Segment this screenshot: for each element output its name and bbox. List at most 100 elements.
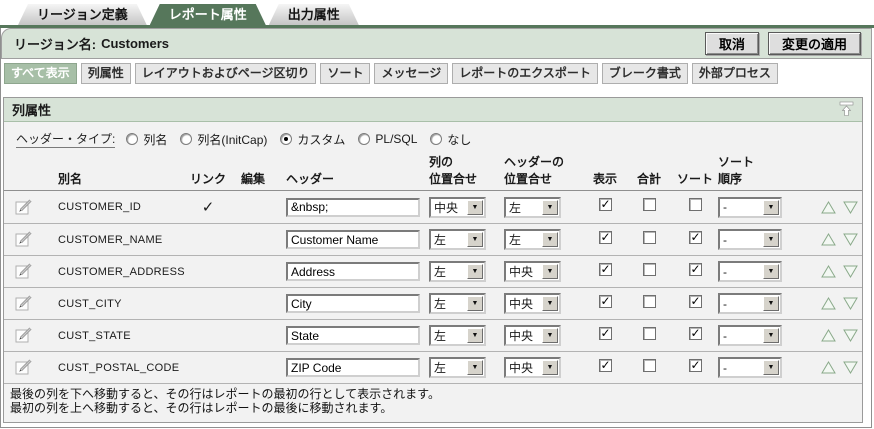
sum-checkbox[interactable]: ✓ [643,231,656,244]
tab-report-attributes[interactable]: レポート属性 [150,4,266,25]
header-text-input[interactable] [286,326,420,345]
column-align-select[interactable]: 左▼ [429,229,486,250]
move-down-icon[interactable] [843,297,858,310]
header-text-input[interactable] [286,198,420,217]
tab-output-attributes[interactable]: 出力属性 [269,4,359,25]
sort-checkbox[interactable]: ✓ [689,359,702,372]
toolbar-external-processing[interactable]: 外部プロセス [692,63,778,84]
toolbar-break-formatting[interactable]: ブレーク書式 [602,63,688,84]
sum-checkbox[interactable]: ✓ [643,327,656,340]
edit-column-icon[interactable] [15,295,33,312]
header-align-select[interactable]: 左▼ [504,197,561,218]
move-up-icon[interactable] [821,201,836,214]
tab-bar: リージョン定義 レポート属性 出力属性 [18,4,359,25]
edit-column-icon[interactable] [15,231,33,248]
sort-sequence-select[interactable]: -▼ [718,197,782,218]
header-text-input[interactable] [286,230,420,249]
column-align-select[interactable]: 左▼ [429,357,486,378]
header-edit: 編集 [232,170,274,187]
header-align-select[interactable]: 中央▼ [504,357,561,378]
show-checkbox[interactable]: ✓ [599,359,612,372]
radio-plsql[interactable] [358,133,370,145]
move-down-icon[interactable] [843,201,858,214]
sum-checkbox[interactable]: ✓ [643,359,656,372]
table-row: CUST_POSTAL_CODE ✓ 左▼ 中央▼ ✓ ✓ ✓ -▼ [4,351,862,383]
toolbar-messages[interactable]: メッセージ [374,63,448,84]
show-checkbox[interactable]: ✓ [599,231,612,244]
region-title-bar: リージョン名: Customers 取消 変更の適用 [1,28,872,59]
panel-title: 列属性 [12,100,51,119]
dropdown-arrow-icon: ▼ [542,200,558,215]
toolbar-show-all[interactable]: すべて表示 [4,63,77,84]
radio-column-name-initcap[interactable] [180,133,192,145]
table-row: CUSTOMER_ADDRESS ✓ 左▼ 中央▼ ✓ ✓ ✓ -▼ [4,255,862,287]
radio-column-name[interactable] [126,133,138,145]
show-checkbox[interactable]: ✓ [599,263,612,276]
toolbar-report-export[interactable]: レポートのエクスポート [452,63,598,84]
sum-checkbox[interactable]: ✓ [643,198,656,211]
sort-sequence-select[interactable]: -▼ [718,229,782,250]
show-checkbox[interactable]: ✓ [599,295,612,308]
sort-sequence-select[interactable]: -▼ [718,293,782,314]
column-alias: CUST_POSTAL_CODE [44,362,184,374]
radio-label: PL/SQL [375,132,417,146]
move-up-icon[interactable] [821,265,836,278]
region-name-value: Customers [101,36,169,51]
sum-checkbox[interactable]: ✓ [643,295,656,308]
apply-changes-button[interactable]: 変更の適用 [768,32,861,55]
cancel-button[interactable]: 取消 [705,32,759,55]
radio-option-none: なし [430,131,471,148]
dropdown-arrow-icon: ▼ [467,328,483,343]
edit-column-icon[interactable] [15,327,33,344]
column-align-select[interactable]: 左▼ [429,261,486,282]
sort-checkbox[interactable]: ✓ [689,295,702,308]
toolbar-sorting[interactable]: ソート [320,63,370,84]
edit-column-icon[interactable] [15,359,33,376]
header-align-select[interactable]: 中央▼ [504,293,561,314]
edit-column-icon[interactable] [15,199,33,216]
radio-none[interactable] [430,133,442,145]
header-text-input[interactable] [286,294,420,313]
header-text-input[interactable] [286,262,420,281]
column-align-select[interactable]: 左▼ [429,325,486,346]
move-up-icon[interactable] [821,233,836,246]
move-down-icon[interactable] [843,233,858,246]
sort-sequence-select[interactable]: -▼ [718,325,782,346]
header-type-row: ヘッダー・タイプ: 列名 列名(InitCap) カスタム PL/SQL なし [16,131,862,147]
move-down-icon[interactable] [843,329,858,342]
table-row: CUSTOMER_NAME ✓ 左▼ 左▼ ✓ ✓ ✓ -▼ [4,223,862,255]
move-up-icon[interactable] [821,297,836,310]
move-up-icon[interactable] [821,329,836,342]
header-type-label[interactable]: ヘッダー・タイプ: [16,130,115,148]
sort-checkbox[interactable]: ✓ [689,198,702,211]
link-checkmark-icon: ✓ [202,199,215,216]
column-align-select[interactable]: 左▼ [429,293,486,314]
sort-checkbox[interactable]: ✓ [689,263,702,276]
scroll-to-top-icon[interactable] [839,101,854,117]
edit-column-icon[interactable] [15,263,33,280]
sort-checkbox[interactable]: ✓ [689,231,702,244]
dropdown-arrow-icon: ▼ [763,200,779,215]
radio-label: なし [447,131,471,148]
move-down-icon[interactable] [843,361,858,374]
radio-label: 列名(InitCap) [197,131,267,148]
header-text-input[interactable] [286,358,420,377]
move-up-icon[interactable] [821,361,836,374]
show-checkbox[interactable]: ✓ [599,198,612,211]
sort-checkbox[interactable]: ✓ [689,327,702,340]
header-align-select[interactable]: 中央▼ [504,325,561,346]
move-down-icon[interactable] [843,265,858,278]
column-attributes-table: 別名 リンク 編集 ヘッダー 列の位置合せ ヘッダーの位置合せ 表示 合計 ソー… [4,150,862,384]
toolbar-layout-pagination[interactable]: レイアウトおよびページ区切り [135,63,317,84]
tab-region-definition[interactable]: リージョン定義 [18,4,147,25]
radio-custom[interactable] [280,133,292,145]
show-checkbox[interactable]: ✓ [599,327,612,340]
header-align-select[interactable]: 左▼ [504,229,561,250]
column-alias: CUST_STATE [44,330,184,342]
column-align-select[interactable]: 中央▼ [429,197,486,218]
sum-checkbox[interactable]: ✓ [643,263,656,276]
header-align-select[interactable]: 中央▼ [504,261,561,282]
sort-sequence-select[interactable]: -▼ [718,261,782,282]
sort-sequence-select[interactable]: -▼ [718,357,782,378]
toolbar-column-attributes[interactable]: 列属性 [81,63,131,84]
